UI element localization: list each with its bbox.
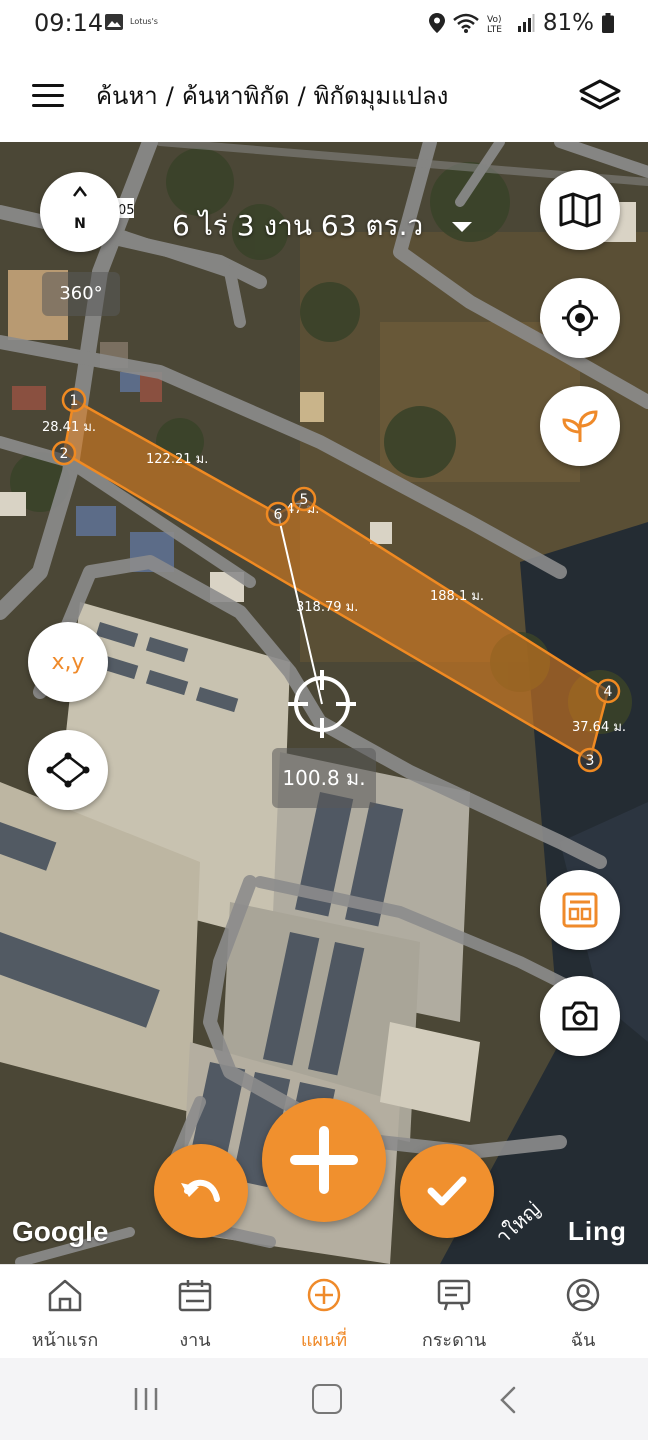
- checkmark-icon: [427, 1176, 467, 1206]
- battery-percent: 81%: [542, 10, 594, 36]
- user-icon: [566, 1278, 600, 1312]
- board-icon: [437, 1279, 471, 1311]
- vertex-marker-2[interactable]: 2: [51, 440, 77, 466]
- vertex-marker-3[interactable]: 3: [577, 747, 603, 773]
- edge-label-1-2: 28.41 ม.: [42, 420, 96, 435]
- add-point-button[interactable]: [262, 1098, 386, 1222]
- edge-label-2-6: 122.21 ม.: [146, 452, 208, 467]
- north-arrow-icon: [73, 186, 87, 197]
- nav-label-home: หน้าแรก: [31, 1330, 99, 1351]
- top-app-bar: ค้นหา / ค้นหาพิกัด / พิกัดมุมแปลง: [0, 48, 648, 142]
- nav-item-board[interactable]: กระดาน: [389, 1265, 519, 1359]
- nav-label-tasks: งาน: [179, 1330, 211, 1351]
- wifi-icon: [453, 13, 479, 33]
- nav-item-map[interactable]: แผนที่: [259, 1265, 389, 1359]
- google-logo: Google: [12, 1216, 109, 1247]
- rotation-label: 360°: [42, 272, 120, 316]
- plus-circle-icon: [307, 1278, 341, 1312]
- svg-text:3: 3: [586, 753, 595, 769]
- recent-apps-icon[interactable]: [132, 1386, 160, 1412]
- status-icons: Vo) LTE 81%: [428, 10, 614, 36]
- svg-text:2: 2: [60, 446, 69, 462]
- bottom-navigation: หน้าแรก งาน แผนที่ กระดาน ฉัน: [0, 1264, 648, 1359]
- nav-item-tasks[interactable]: งาน: [130, 1265, 260, 1359]
- measure-line-label: 318.79 ม.: [296, 600, 358, 615]
- breadcrumb-item-search-coordinates[interactable]: ค้นหาพิกัด: [182, 82, 290, 110]
- signal-icon: [517, 14, 535, 32]
- panel-icon: [562, 892, 598, 928]
- vertex-marker-4[interactable]: 4: [595, 678, 621, 704]
- undo-icon: [181, 1179, 220, 1202]
- home-button-icon[interactable]: [312, 1384, 342, 1414]
- measurement-label: 100.8 ม.: [272, 748, 376, 808]
- plus-icon: [290, 1126, 358, 1194]
- layers-icon[interactable]: [578, 78, 622, 114]
- svg-text:5: 5: [300, 492, 309, 508]
- location-icon: [428, 13, 445, 33]
- nav-label-profile: ฉัน: [570, 1330, 596, 1351]
- map-type-button[interactable]: [540, 170, 620, 250]
- svg-text:1: 1: [70, 393, 79, 409]
- plant-button[interactable]: [540, 386, 620, 466]
- confirm-button[interactable]: [400, 1144, 494, 1238]
- vertex-marker-1[interactable]: 1: [61, 387, 87, 413]
- breadcrumb-separator: /: [297, 82, 306, 110]
- svg-text:LTE: LTE: [487, 25, 502, 33]
- menu-icon[interactable]: [32, 84, 64, 108]
- gallery-notification-icon: [105, 14, 123, 30]
- back-icon[interactable]: [498, 1386, 518, 1414]
- status-time: 09:14: [34, 9, 104, 37]
- area-summary[interactable]: 6 ไร่ 3 งาน 63 ตร.ว: [172, 204, 423, 248]
- status-bar: 09:14 Lotus's Vo) LTE 81%: [0, 0, 648, 48]
- svg-text:Vo): Vo): [487, 15, 501, 25]
- xy-button-label: x,y: [51, 649, 85, 675]
- vertex-marker-6[interactable]: 6: [265, 501, 291, 527]
- polygon-vertices-icon: [46, 752, 90, 788]
- svg-text:4: 4: [604, 684, 613, 700]
- battery-icon: [602, 13, 614, 33]
- map-icon: [559, 192, 601, 228]
- nav-label-map: แผนที่: [300, 1330, 348, 1351]
- notification-app-label: Lotus's: [130, 17, 158, 26]
- calendar-icon: [178, 1280, 212, 1312]
- breadcrumb-separator: /: [165, 82, 174, 110]
- nav-item-profile[interactable]: ฉัน: [518, 1265, 648, 1359]
- system-navigation-bar: [0, 1358, 648, 1440]
- svg-text:6: 6: [274, 507, 283, 523]
- camera-icon: [562, 1001, 598, 1031]
- undo-button[interactable]: [154, 1144, 248, 1238]
- camera-button[interactable]: [540, 976, 620, 1056]
- my-location-button[interactable]: [540, 278, 620, 358]
- breadcrumb-item-search[interactable]: ค้นหา: [96, 82, 158, 110]
- edge-label-5-4: 188.1 ม.: [430, 589, 484, 604]
- volte-icon: Vo) LTE: [487, 15, 502, 33]
- nav-item-home[interactable]: หน้าแรก: [0, 1265, 130, 1359]
- breadcrumb-item-plot-corner-coordinates: พิกัดมุมแปลง: [313, 82, 449, 110]
- road-sign-label: 05: [118, 203, 135, 218]
- place-name-label: Ling: [568, 1216, 627, 1246]
- home-icon: [48, 1279, 82, 1312]
- nav-label-board: กระดาน: [421, 1330, 487, 1351]
- vertex-marker-5[interactable]: 5: [291, 486, 317, 512]
- sprout-icon: [562, 410, 598, 442]
- save-plot-button[interactable]: [540, 870, 620, 950]
- polygon-tool-button[interactable]: [28, 730, 108, 810]
- map-view[interactable]: 28.41 ม. 122.21 ม. 47 ม. 188.1 ม. 37.64 …: [0, 142, 648, 1264]
- compass-label: N: [74, 216, 86, 232]
- target-location-icon: [562, 300, 598, 336]
- breadcrumb: ค้นหา / ค้นหาพิกัด / พิกัดมุมแปลง: [96, 76, 448, 115]
- xy-coordinate-button[interactable]: x,y: [28, 622, 108, 702]
- compass-button[interactable]: N: [40, 172, 120, 252]
- chevron-down-icon[interactable]: [452, 222, 472, 232]
- edge-label-4-3: 37.64 ม.: [572, 720, 626, 735]
